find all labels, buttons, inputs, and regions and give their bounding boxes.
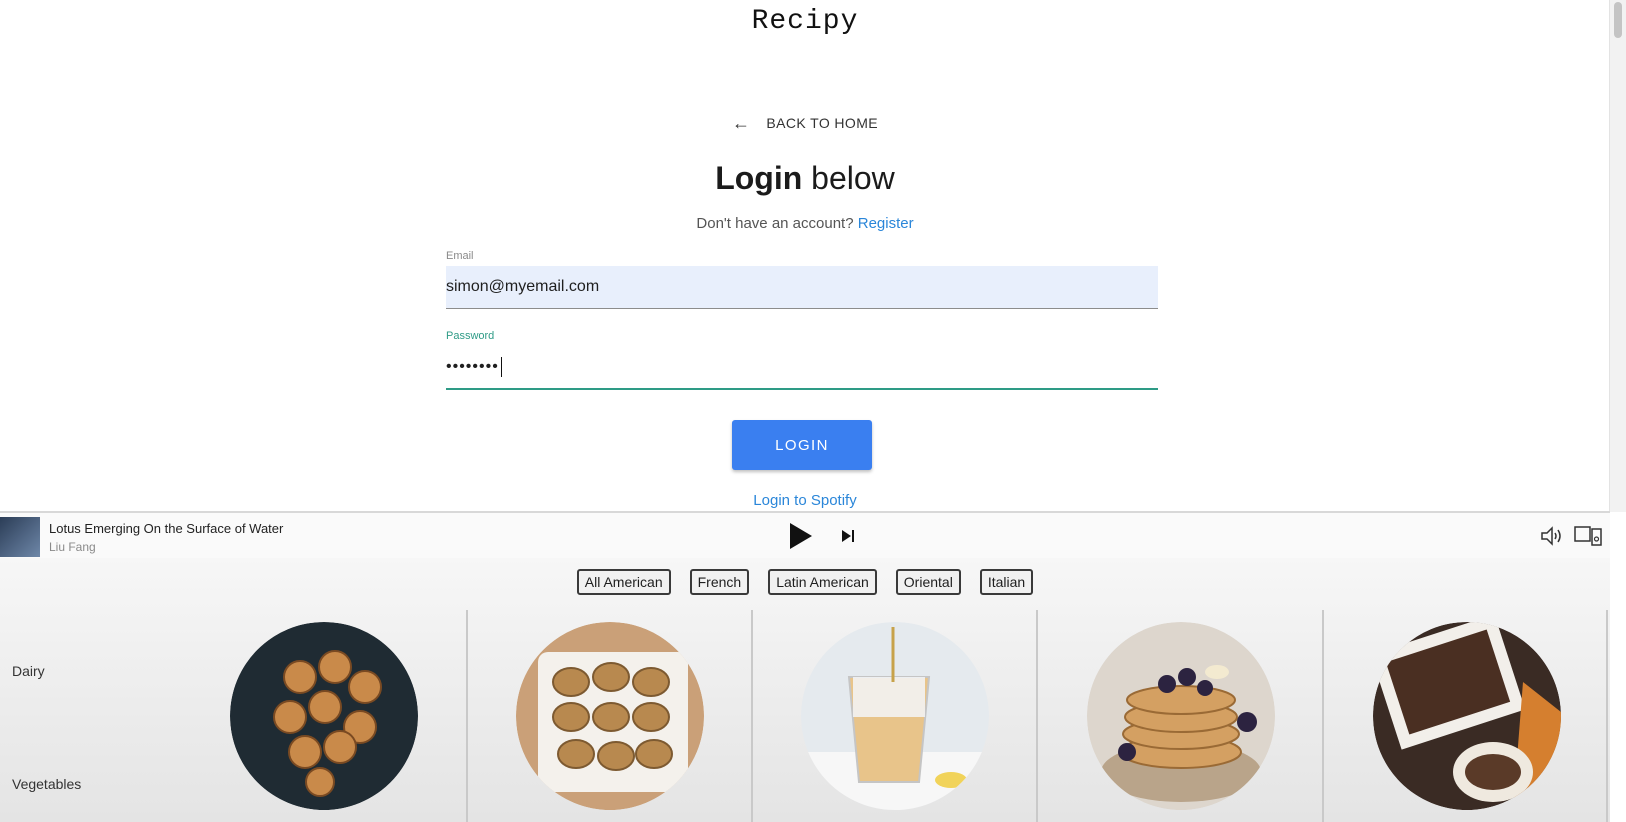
- track-title: Lotus Emerging On the Surface of Water: [49, 521, 284, 536]
- title-bold: Login: [715, 160, 803, 196]
- food-image-pastries[interactable]: [230, 622, 418, 810]
- register-prompt-text: Don't have an account?: [696, 215, 854, 232]
- recipe-browser: All American French Latin American Orien…: [0, 558, 1610, 822]
- column-divider: [1322, 610, 1324, 822]
- back-to-home-label: BACK TO HOME: [766, 115, 879, 131]
- skip-next-icon[interactable]: [840, 528, 856, 544]
- volume-icon[interactable]: [1540, 525, 1564, 547]
- column-divider: [1606, 610, 1608, 822]
- app-logo: Recipy: [751, 6, 859, 37]
- food-image-brownie[interactable]: [1373, 622, 1561, 810]
- album-art: [0, 517, 40, 557]
- food-image-iced-drink[interactable]: [801, 622, 989, 810]
- cuisine-tabs: All American French Latin American Orien…: [0, 569, 1610, 595]
- column-divider: [1036, 610, 1038, 822]
- play-icon[interactable]: [790, 523, 812, 549]
- scrollbar-thumb[interactable]: [1614, 2, 1622, 38]
- arrow-left-icon: ←: [731, 113, 751, 133]
- food-image-pancakes[interactable]: [1087, 622, 1275, 810]
- spotify-login-link[interactable]: Login to Spotify: [0, 492, 1610, 509]
- password-label: Password: [446, 330, 495, 342]
- tab-italian[interactable]: Italian: [979, 569, 1034, 595]
- email-input[interactable]: simon@myemail.com: [446, 266, 1158, 309]
- tab-oriental[interactable]: Oriental: [895, 569, 961, 595]
- column-divider: [466, 610, 468, 822]
- email-label: Email: [446, 250, 474, 262]
- register-prompt: Don't have an account? Register: [0, 215, 1610, 232]
- track-artist: Liu Fang: [49, 540, 96, 554]
- password-input[interactable]: ••••••••: [446, 346, 1158, 390]
- column-divider: [751, 610, 753, 822]
- back-to-home-link[interactable]: ← BACK TO HOME: [0, 114, 1610, 132]
- music-player: Lotus Emerging On the Surface of Water L…: [0, 511, 1610, 560]
- text-cursor: [500, 357, 502, 377]
- food-image-sliders[interactable]: [516, 622, 704, 810]
- tab-latin-american[interactable]: Latin American: [768, 569, 877, 595]
- title-rest: below: [802, 160, 895, 196]
- connect-devices-icon[interactable]: [1574, 525, 1602, 547]
- category-vegetables[interactable]: Vegetables: [12, 776, 81, 792]
- tab-all-american[interactable]: All American: [576, 569, 671, 595]
- email-field[interactable]: Email simon@myemail.com: [446, 250, 1158, 309]
- page-title: Login below: [0, 160, 1610, 197]
- register-link[interactable]: Register: [858, 215, 914, 232]
- category-dairy[interactable]: Dairy: [12, 663, 45, 679]
- tab-french[interactable]: French: [689, 569, 750, 595]
- password-field[interactable]: Password ••••••••: [446, 330, 1158, 390]
- password-value: ••••••••: [446, 358, 499, 375]
- login-button[interactable]: LOGIN: [732, 420, 872, 470]
- page-scrollbar[interactable]: [1609, 0, 1626, 512]
